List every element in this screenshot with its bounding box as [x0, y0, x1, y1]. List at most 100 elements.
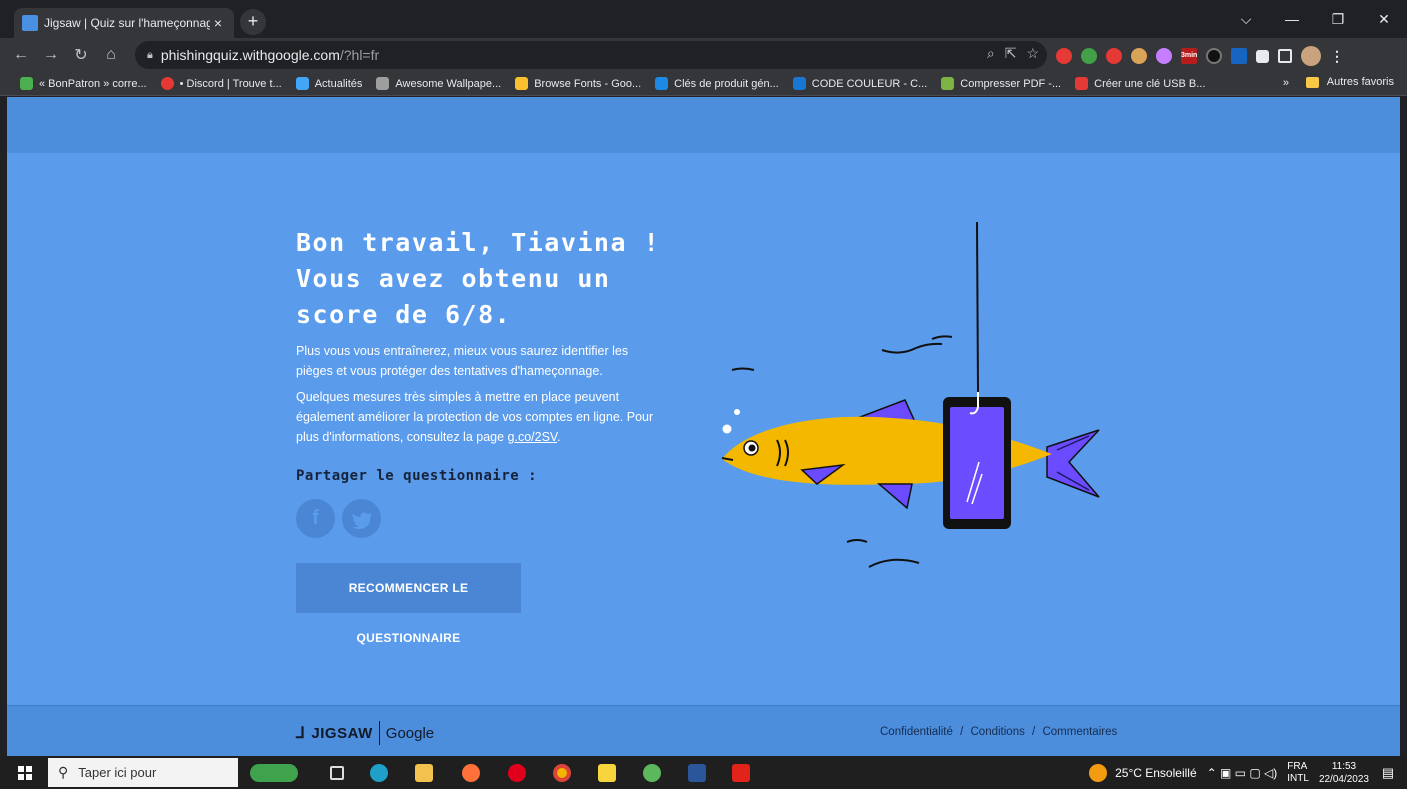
bookmark-item[interactable]: Browse Fonts - Goo... [515, 77, 641, 90]
privacy-link[interactable]: Confidentialité [880, 726, 953, 738]
link-separator: / [960, 726, 964, 738]
windows-start-icon[interactable] [18, 766, 32, 780]
side-panel-icon[interactable] [1278, 49, 1292, 63]
tab-close-icon[interactable]: × [210, 15, 226, 31]
sticky-notes-icon[interactable] [598, 764, 616, 782]
news-icon [295, 77, 309, 90]
lock-icon[interactable]: 🔒︎ [147, 49, 153, 62]
bookmark-label: Clés de produit gén... [674, 77, 779, 90]
language-code: FRA [1287, 760, 1308, 772]
paragraph-2-end: . [557, 430, 561, 444]
file-explorer-icon[interactable] [415, 764, 433, 782]
bookmark-item[interactable]: Clés de produit gén... [655, 77, 779, 90]
jigsaw-favicon-icon [22, 15, 38, 31]
jigsaw-google-logo[interactable]: ⅃ JIGSAW Google [296, 721, 434, 745]
folder-icon [1305, 76, 1319, 88]
keyboard-layout: INTL [1287, 772, 1309, 784]
other-bookmarks[interactable]: Autres favoris [1305, 76, 1394, 88]
opera-icon[interactable] [508, 764, 526, 782]
bookmark-item[interactable]: « BonPatron » corre... [20, 77, 147, 90]
back-icon[interactable]: ← [8, 46, 34, 64]
timer-extension-icon[interactable]: 3min [1181, 48, 1197, 64]
clock-time: 11:53 [1331, 760, 1357, 772]
tab-search-icon[interactable]: ⌵ [1223, 11, 1269, 28]
bookmarks-overflow-icon[interactable]: » [1283, 77, 1289, 89]
tray-status-icons[interactable]: ⌃ ▣ ▭ ▢ ◁) [1207, 766, 1278, 780]
word-icon[interactable] [688, 764, 706, 782]
bookmark-star-icon[interactable]: ☆ [1026, 45, 1039, 62]
reload-icon[interactable]: ↻ [68, 45, 94, 65]
bookmark-item[interactable]: Awesome Wallpape... [376, 77, 501, 90]
ring-extension-icon[interactable] [1156, 48, 1172, 64]
bookmark-item[interactable]: CODE COULEUR - C... [792, 77, 928, 90]
download-extension-icon[interactable] [1081, 48, 1097, 64]
firefox-icon[interactable] [462, 764, 480, 782]
edge-icon[interactable] [370, 764, 388, 782]
forward-icon[interactable]: → [38, 46, 64, 64]
task-view-icon[interactable] [330, 766, 344, 780]
utorrent-icon[interactable] [643, 764, 661, 782]
bubble [734, 409, 740, 415]
earth-day-widget-icon[interactable] [250, 764, 298, 782]
bookmark-item[interactable]: • Discord | Trouve t... [160, 77, 282, 90]
bookmark-label: Compresser PDF -... [960, 77, 1062, 90]
terms-link[interactable]: Conditions [971, 726, 1025, 738]
profile-avatar[interactable] [1301, 46, 1321, 66]
bubble [722, 424, 732, 434]
eyes-extension-icon[interactable] [1131, 48, 1147, 64]
tab-title: Jigsaw | Quiz sur l'hameçonnage [44, 16, 210, 30]
search-icon: ⚲ [58, 764, 69, 780]
browser-menu-icon[interactable]: ⋮ [1330, 48, 1344, 65]
taskbar-clock[interactable]: 11:53 22/04/2023 [1319, 760, 1369, 786]
logo-divider [378, 721, 380, 745]
puzzle-extensions-icon[interactable] [1256, 49, 1269, 63]
weather-label[interactable]: 25°C Ensoleillé [1115, 766, 1197, 780]
hash-icon [792, 77, 806, 90]
fish-tail [1046, 429, 1100, 498]
result-paragraph-2: Quelques mesures très simples à mettre e… [296, 387, 656, 447]
bookmark-item[interactable]: Actualités [295, 77, 362, 90]
clock-date: 22/04/2023 [1318, 773, 1369, 785]
bookmark-label: Créer une clé USB B... [1094, 77, 1206, 90]
bookmark-item[interactable]: Compresser PDF -... [941, 77, 1061, 90]
bookmark-label: • Discord | Trouve t... [179, 77, 282, 90]
mask-extension-icon[interactable] [1206, 48, 1222, 64]
zoom-icon[interactable]: ⌕ [987, 45, 995, 62]
restore-icon[interactable]: ❐ [1315, 11, 1361, 28]
twitter-share-icon[interactable] [342, 499, 381, 538]
phished-fish-illustration [721, 222, 1100, 568]
taskbar-search-placeholder: Taper ici pour [78, 765, 157, 780]
acrobat-icon[interactable] [732, 764, 750, 782]
twitter-bird-icon [352, 512, 373, 530]
fishing-line [976, 222, 979, 393]
address-bar[interactable]: 🔒︎ phishingquiz.withgoogle.com /?hl=fr ⌕… [135, 41, 1047, 69]
taskbar-search-box[interactable]: ⚲ Taper ici pour [48, 758, 238, 787]
window-close-icon[interactable]: ✕ [1361, 11, 1407, 28]
restart-quiz-button[interactable]: RECOMMENCER LE QUESTIONNAIRE [296, 563, 521, 645]
bookmark-label: « BonPatron » corre... [39, 77, 147, 90]
adblock-extension-icon[interactable] [1056, 48, 1072, 64]
minimize-icon[interactable]: — [1269, 11, 1315, 27]
bonpatron-icon [20, 77, 33, 90]
browser-tab-active[interactable]: Jigsaw | Quiz sur l'hameçonnage × [14, 8, 234, 38]
chrome-icon[interactable] [553, 764, 571, 782]
stop-extension-icon[interactable] [1106, 48, 1122, 64]
notifications-icon[interactable]: ▤ [1379, 765, 1397, 781]
n-extension-icon[interactable] [1231, 48, 1247, 64]
bookmark-label: Browse Fonts - Goo... [534, 77, 642, 90]
share-icon[interactable]: ⇱ [1005, 45, 1017, 62]
home-icon[interactable]: ⌂ [98, 46, 124, 64]
feedback-link[interactable]: Commentaires [1042, 726, 1117, 738]
google-wordmark: Google [385, 724, 435, 742]
bookmark-label: CODE COULEUR - C... [811, 77, 928, 90]
window-controls: ⌵ — ❐ ✕ [1223, 0, 1407, 38]
bookmarks-bar: « BonPatron » corre... • Discord | Trouv… [0, 72, 1407, 96]
two-step-verification-link[interactable]: g.co/2SV [508, 430, 558, 444]
input-language[interactable]: FRA INTL [1287, 761, 1309, 785]
weather-sun-icon[interactable] [1089, 763, 1108, 782]
url-path: /?hl=fr [339, 47, 380, 63]
facebook-share-icon[interactable]: f [296, 499, 335, 538]
wave-stroke [846, 539, 868, 543]
new-tab-button[interactable]: + [240, 9, 266, 35]
bookmark-item[interactable]: Créer une clé USB B... [1075, 77, 1205, 90]
